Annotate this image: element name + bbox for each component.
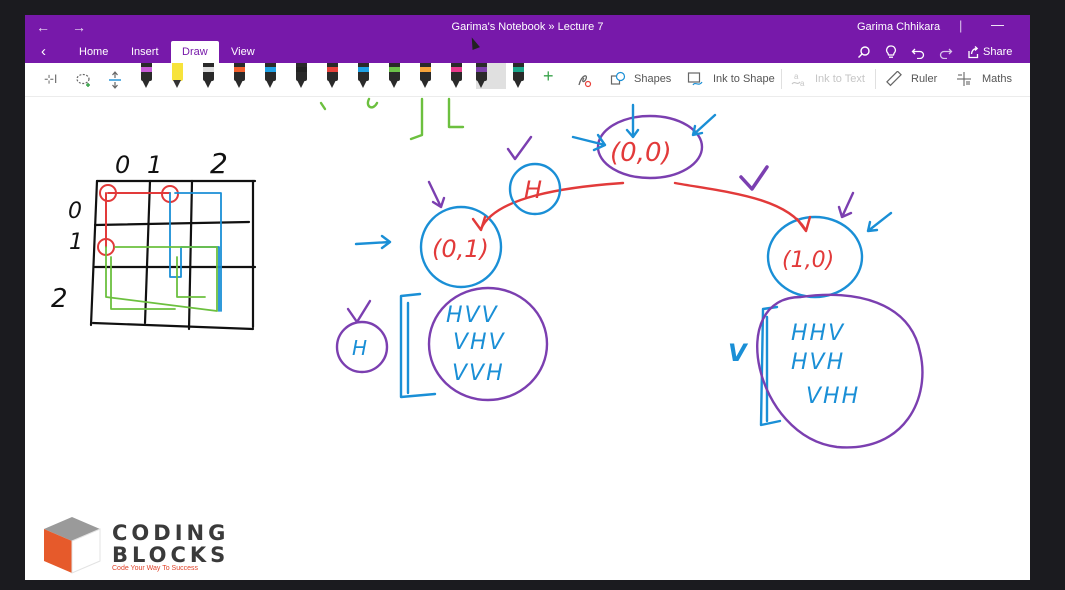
screen-top-bar [0, 0, 1065, 15]
arrow-icon [354, 234, 392, 250]
pen-tool[interactable] [327, 63, 338, 89]
maths-icon[interactable] [956, 71, 972, 87]
arrow-icon [427, 180, 446, 209]
grid-col-label: 1 [147, 151, 162, 179]
tab-draw[interactable]: Draw [171, 41, 219, 63]
tab-insert[interactable]: Insert [131, 46, 159, 58]
svg-text:a: a [800, 79, 805, 87]
share-button[interactable]: Share [983, 46, 1012, 58]
root-node-label: (0,0) [610, 138, 672, 168]
grid-red-path [97, 184, 179, 256]
title-separator: | [959, 18, 963, 33]
pen-tool[interactable] [203, 63, 214, 89]
maths-button[interactable]: Maths [982, 73, 1012, 85]
share-icon[interactable] [966, 45, 980, 59]
shapes-icon[interactable] [610, 71, 626, 87]
highlighter-tool[interactable] [172, 63, 183, 89]
draw-toolbar: ⊹I + Shapes Ink to Shape a a Ink to Text… [25, 63, 1030, 97]
ink-fragment [366, 97, 379, 109]
grid-row-label: 0 [68, 199, 82, 224]
ink-to-shape-button[interactable]: Ink to Shape [713, 73, 775, 85]
pen-tool[interactable] [296, 63, 307, 89]
pen-tool[interactable] [513, 63, 524, 89]
add-space-icon[interactable] [108, 71, 122, 89]
logo-text-line2: BLOCKS [112, 543, 230, 567]
undo-icon[interactable] [911, 45, 925, 59]
tab-view[interactable]: View [231, 46, 255, 58]
logo-text-line1: CODING [112, 521, 230, 545]
logo-tagline: Code Your Way To Success [112, 565, 198, 572]
lightbulb-icon[interactable] [885, 45, 897, 59]
tick-mark-icon [739, 165, 769, 191]
pen-tool[interactable] [265, 63, 276, 89]
ink-fragment [447, 97, 465, 129]
ink-to-text-icon[interactable]: a a [791, 71, 807, 87]
user-name[interactable]: Garima Chhikara [857, 21, 940, 33]
pen-tool[interactable] [141, 63, 152, 89]
right-path-item: HVH [791, 350, 845, 375]
arrow-icon [625, 103, 640, 139]
ribbon-back-icon[interactable]: ‹ [41, 43, 46, 60]
edge-root-right [673, 181, 807, 231]
grid-drawing [89, 179, 257, 331]
ink-fragment [319, 101, 327, 111]
left-path-item: HVV [446, 303, 499, 328]
left-edge-label: H [524, 176, 542, 204]
ruler-button[interactable]: Ruler [911, 73, 937, 85]
arrow-icon [691, 113, 717, 137]
tick-mark-icon [506, 135, 533, 161]
tick-mark-icon [346, 299, 372, 324]
toolbar-divider [875, 69, 876, 89]
pen-tool[interactable] [476, 63, 506, 89]
tab-home[interactable]: Home [79, 46, 108, 58]
svg-text:a: a [794, 72, 799, 81]
note-canvas[interactable]: 0 1 2 0 1 2 (0,0) (0,1) (1,0) H H V HVV … [25, 97, 1030, 580]
lasso-select-icon[interactable] [75, 72, 91, 88]
right-bracket-label: V [728, 339, 749, 367]
shapes-button[interactable]: Shapes [634, 73, 671, 85]
pen-tool[interactable] [234, 63, 245, 89]
search-icon[interactable] [857, 45, 871, 59]
left-node-label: (0,1) [432, 235, 489, 263]
ink-to-shape-icon[interactable] [687, 71, 703, 87]
pen-tool[interactable] [451, 63, 462, 89]
grid-green-path [105, 246, 218, 312]
minimize-button[interactable]: — [991, 17, 1004, 32]
right-node-label: (1,0) [782, 248, 834, 273]
grid-row-label: 1 [69, 230, 83, 255]
right-path-item: VHH [806, 384, 860, 409]
left-path-item: VVH [452, 361, 505, 386]
pen-tool[interactable] [389, 63, 400, 89]
ink-fragment [409, 97, 424, 141]
edge-arrowhead [471, 215, 487, 232]
right-path-item: HHV [791, 321, 845, 346]
ribbon-tabs: ‹ Home Insert Draw View Share [25, 41, 1030, 63]
grid-col-label: 2 [210, 147, 228, 180]
ink-replay-icon[interactable] [576, 70, 592, 88]
left-path-item: VHV [453, 330, 506, 355]
arrow-icon [837, 191, 855, 219]
redo-icon[interactable] [939, 45, 953, 59]
grid-col-label: 0 [115, 151, 130, 179]
logo-cube-icon [44, 517, 101, 574]
ruler-icon[interactable] [886, 71, 902, 87]
grid-row-label: 2 [51, 284, 68, 314]
onenote-window: ← → Garima's Notebook » Lecture 7 Garima… [25, 15, 1030, 580]
title-bar: ← → Garima's Notebook » Lecture 7 Garima… [25, 15, 1030, 41]
ink-to-text-button[interactable]: Ink to Text [815, 73, 865, 85]
arrow-icon [571, 133, 607, 152]
add-pen-icon[interactable]: + [543, 66, 554, 87]
arrow-icon [866, 211, 893, 233]
type-select-icon[interactable]: ⊹I [44, 72, 57, 86]
pen-tool[interactable] [420, 63, 431, 89]
screen-bottom-bar [0, 580, 1065, 590]
toolbar-divider [781, 69, 782, 89]
left-bubble-label: H [352, 336, 367, 360]
pen-tool[interactable] [358, 63, 369, 89]
